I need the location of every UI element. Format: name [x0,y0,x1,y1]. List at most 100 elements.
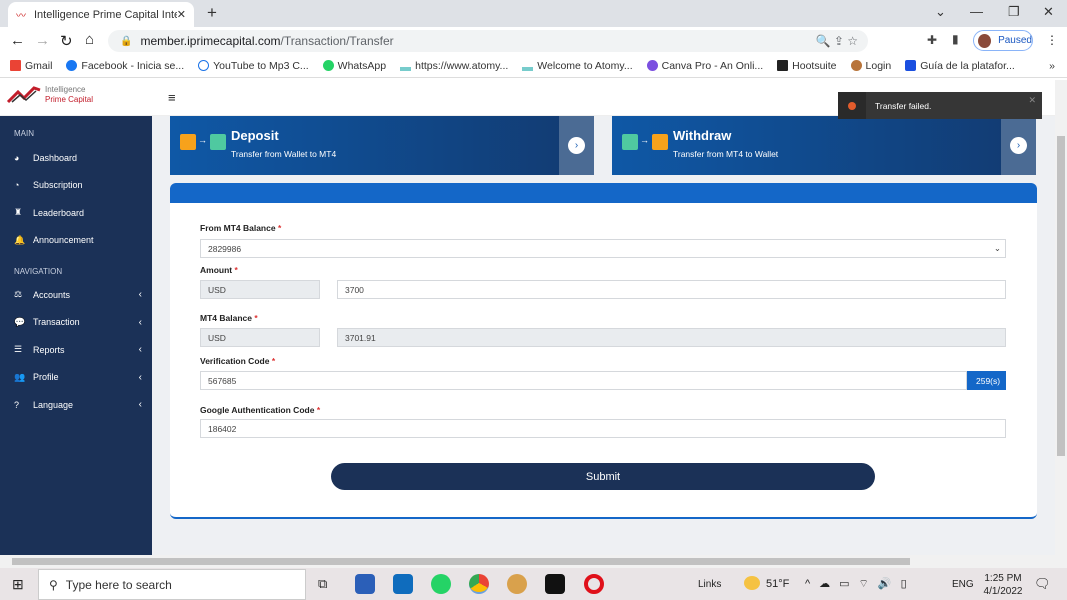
whatsapp-icon[interactable] [431,574,451,594]
accounts-icon: ⚖ [14,289,23,300]
url-path: /Transaction/Transfer [280,34,394,48]
sidebar-item-accounts[interactable]: ⚖ Accounts ‹ [0,281,152,309]
vertical-scrollbar[interactable] [1055,80,1067,555]
bookmark-welcome-atomy[interactable]: Welcome to Atomy... [522,60,633,72]
url-domain: member.iprimecapital.com [140,34,281,48]
bookmark-hootsuite[interactable]: Hootsuite [777,59,837,72]
browser-tab[interactable]: 〰 Intelligence Prime Capital Interna ✕ [8,2,194,27]
chrome-icon[interactable] [469,574,489,594]
deposit-subtitle: Transfer from Wallet to MT4 [231,149,337,159]
leaderboard-icon: ♜ [14,207,23,218]
sidebar-item-reports[interactable]: ☰ Reports ‹ [0,336,152,364]
notifications-icon[interactable]: 🗨 [1034,576,1051,592]
sidebar-item-leaderboard[interactable]: ♜ Leaderboard [0,199,152,227]
sidebar-item-subscription[interactable]: ◔ Subscription [0,172,152,200]
profile-button[interactable]: Paused [973,30,1033,51]
toast-message: Transfer failed. [875,100,932,111]
bookmark-youtube-mp3[interactable]: YouTube to Mp3 C... [198,59,309,72]
bookmarks-bar: Gmail Facebook - Inicia se... YouTube to… [0,54,1067,78]
bookmark-guia[interactable]: Guía de la platafor... [905,59,1015,72]
hamburger-menu-icon[interactable]: ≡ [168,90,176,105]
chevron-down-icon: ⌄ [993,243,1001,253]
horizontal-scrollbar[interactable] [0,555,1067,568]
restore-button[interactable]: ❐ [1008,4,1020,20]
verification-code-label: Verification Code * [200,356,276,366]
withdraw-card[interactable]: → Withdraw Transfer from MT4 to Wallet › [612,116,1036,175]
sidebar-item-dashboard[interactable]: ◕ Dashboard [0,144,152,172]
withdraw-title: Withdraw [673,128,732,143]
chevron-right-icon: › [1010,137,1027,154]
verification-code-input[interactable]: 567685 [200,371,967,390]
bookmark-login[interactable]: Login [850,59,891,72]
clock[interactable]: 1:25 PM 4/1/2022 [983,572,1023,598]
zoom-icon[interactable]: 🔍 ⇪ ☆ [816,34,858,48]
google-auth-input[interactable]: 186402 [200,419,1006,438]
more-bookmarks-icon[interactable]: » [1049,60,1055,72]
reload-icon[interactable]: ↻ [60,32,73,50]
close-toast-icon[interactable]: ✕ [1028,95,1036,106]
mt4-balance-label: MT4 Balance * [200,313,258,323]
profile-status: Paused [998,35,1032,46]
arrow-icon: → [640,135,649,145]
transaction-icon: 💬 [14,316,26,327]
bookmark-canva[interactable]: Canva Pro - An Onli... [646,59,763,72]
submit-button[interactable]: Submit [331,463,875,490]
links-toolbar[interactable]: Links [698,579,721,590]
menu-icon[interactable]: ⋮ [1046,33,1058,47]
mt4-icon [622,134,638,150]
amount-input[interactable]: 3700 [337,280,1006,299]
error-dot-icon [848,101,856,110]
taskbar-search[interactable]: ⚲ Type here to search [38,569,306,600]
bookmark-whatsapp[interactable]: WhatsApp [322,59,386,72]
profile-icon: 👥 [14,371,26,382]
tab-title: Intelligence Prime Capital Interna [34,8,177,21]
lock-icon: 🔒 [120,35,133,47]
close-tab-icon[interactable]: ✕ [177,8,186,21]
sidebar-item-announcement[interactable]: 🔔 Announcement [0,227,152,255]
language-icon: ? [14,399,20,410]
system-tray-icons[interactable]: ^☁▭⌔🔊▯ [805,577,916,591]
forward-icon[interactable]: → [35,32,50,49]
sidebar-item-profile[interactable]: 👥 Profile ‹ [0,364,152,392]
extensions-icon[interactable]: ✚ [927,33,937,47]
send-code-button[interactable]: 259(s) [967,371,1006,390]
chevron-left-icon: ‹ [138,371,142,383]
sidebar-item-language[interactable]: ? Language ‹ [0,391,152,419]
bookmark-facebook[interactable]: Facebook - Inicia se... [66,59,184,72]
close-window-button[interactable]: ✕ [1043,4,1054,20]
sidebar-item-transaction[interactable]: 💬 Transaction ‹ [0,309,152,337]
task-view-icon[interactable]: ⧉ [318,576,327,592]
tab-search-icon[interactable]: ⌄ [935,4,946,20]
brand-name: Intelligence Prime Capital [45,85,94,104]
bell-icon: 🔔 [14,234,26,245]
amount-label: Amount * [200,265,238,275]
address-bar[interactable]: 🔒 member.iprimecapital.com/Transaction/T… [108,30,868,52]
form-header [170,183,1037,203]
sidebar: MAIN ◕ Dashboard ◔ Subscription ♜ Leaderboa… [0,116,152,555]
home-icon[interactable]: ⌂ [85,31,94,48]
opera-icon[interactable] [584,574,604,594]
weather-temp[interactable]: 51°F [766,578,789,590]
section-main: MAIN [14,129,34,138]
wallet-icon [180,134,196,150]
language-indicator[interactable]: ENG [952,579,974,590]
logo-icon [6,86,42,104]
new-tab-button[interactable]: + [207,3,217,23]
tradingview-icon[interactable] [545,574,565,594]
dashboard-icon: ◕ [14,152,20,163]
deposit-card[interactable]: → Deposit Transfer from Wallet to MT4 › [170,116,594,175]
transfer-form: From MT4 Balance * 2829986 ⌄ Amount * USD… [170,183,1037,519]
mail-icon[interactable] [393,574,413,594]
withdraw-go-button[interactable]: › [1001,116,1036,175]
sidepanel-icon[interactable]: ▮ [952,32,959,46]
windows-start-icon[interactable]: ⊞ [12,576,24,593]
store-icon[interactable] [355,574,375,594]
back-icon[interactable]: ← [10,32,25,49]
from-mt4-select[interactable]: 2829986 ⌄ [200,239,1006,258]
bookmark-atomy[interactable]: https://www.atomy... [400,60,508,72]
app-icon[interactable] [507,574,527,594]
minimize-button[interactable]: — [970,4,983,19]
reports-icon: ☰ [14,344,23,355]
bookmark-gmail[interactable]: Gmail [10,59,52,72]
deposit-go-button[interactable]: › [559,116,594,175]
